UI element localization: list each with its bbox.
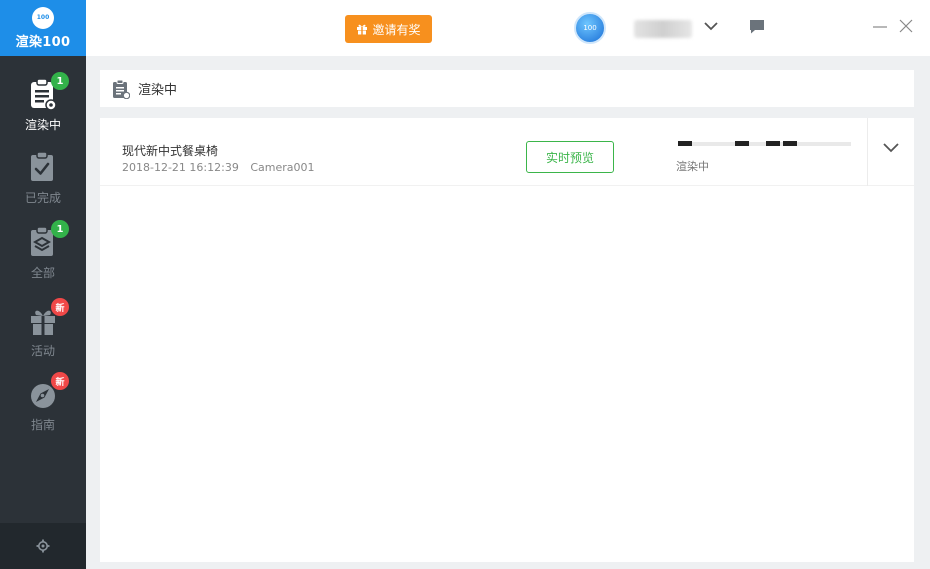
invite-label: 邀请有奖 xyxy=(372,22,421,37)
status-text: 渲染中 xyxy=(676,160,709,173)
sidebar: 100 渲染100 1 渲染中 已完成 1 全部 新 活动 新 指南 xyxy=(0,0,86,569)
task-meta: 2018-12-21 16:12:39 Camera001 xyxy=(122,161,315,174)
sidebar-item-activity[interactable]: 新 活动 xyxy=(0,296,86,366)
sidebar-item-all[interactable]: 1 全部 xyxy=(0,218,86,288)
gear-icon xyxy=(36,539,50,553)
sidebar-item-completed[interactable]: 已完成 xyxy=(0,143,86,213)
sidebar-item-rendering[interactable]: 1 渲染中 xyxy=(0,70,86,140)
row-divider xyxy=(867,118,868,186)
render-progress-bar xyxy=(678,141,851,146)
sidebar-item-label: 全部 xyxy=(30,266,55,280)
message-icon[interactable] xyxy=(748,18,766,36)
task-list: 现代新中式餐桌椅 2018-12-21 16:12:39 Camera001 实… xyxy=(100,118,914,562)
completed-clipboard-icon xyxy=(29,151,57,183)
brand-logo-icon: 100 xyxy=(32,6,54,29)
all-count-badge: 1 xyxy=(51,220,69,238)
all-layers-icon: 1 xyxy=(29,220,69,258)
brand-logo-area[interactable]: 100 渲染100 xyxy=(0,0,86,56)
gift-small-icon xyxy=(357,24,368,35)
brand-name: 渲染100 xyxy=(15,34,71,50)
progress-segment xyxy=(783,141,797,146)
task-name: 现代新中式餐桌椅 xyxy=(122,144,219,158)
top-bar: 邀请有奖 100 xyxy=(86,0,930,56)
progress-segment xyxy=(678,141,692,146)
close-icon[interactable] xyxy=(898,18,914,34)
task-camera: Camera001 xyxy=(250,161,315,174)
activity-new-badge: 新 xyxy=(51,298,69,316)
invite-reward-button[interactable]: 邀请有奖 xyxy=(345,15,432,43)
guide-new-badge: 新 xyxy=(51,372,69,390)
avatar[interactable]: 100 xyxy=(574,12,606,44)
table-row[interactable]: 现代新中式餐桌椅 2018-12-21 16:12:39 Camera001 实… xyxy=(100,118,914,186)
minimize-icon[interactable] xyxy=(872,18,888,34)
sidebar-item-label: 指南 xyxy=(30,418,55,432)
page-title: 渲染中 xyxy=(138,83,178,98)
task-date: 2018-12-21 16:12:39 xyxy=(122,161,239,174)
sidebar-item-label: 渲染中 xyxy=(24,118,61,132)
chevron-down-icon[interactable] xyxy=(880,136,902,158)
username-blurred[interactable] xyxy=(634,20,692,38)
sidebar-item-guide[interactable]: 新 指南 xyxy=(0,370,86,440)
section-header: 渲染中 xyxy=(100,70,914,107)
sidebar-item-label: 已完成 xyxy=(24,191,61,205)
settings-button[interactable] xyxy=(0,523,86,569)
rendering-list-icon: 1 xyxy=(29,72,69,111)
progress-segment xyxy=(735,141,749,146)
realtime-preview-button[interactable]: 实时预览 xyxy=(526,141,614,173)
gift-icon: 新 xyxy=(29,298,69,336)
rendering-count-badge: 1 xyxy=(51,72,69,90)
progress-segment xyxy=(766,141,780,146)
compass-icon: 新 xyxy=(29,372,69,410)
sidebar-item-label: 活动 xyxy=(30,344,55,358)
rendering-list-icon xyxy=(113,79,130,99)
chevron-down-icon[interactable] xyxy=(702,17,720,35)
